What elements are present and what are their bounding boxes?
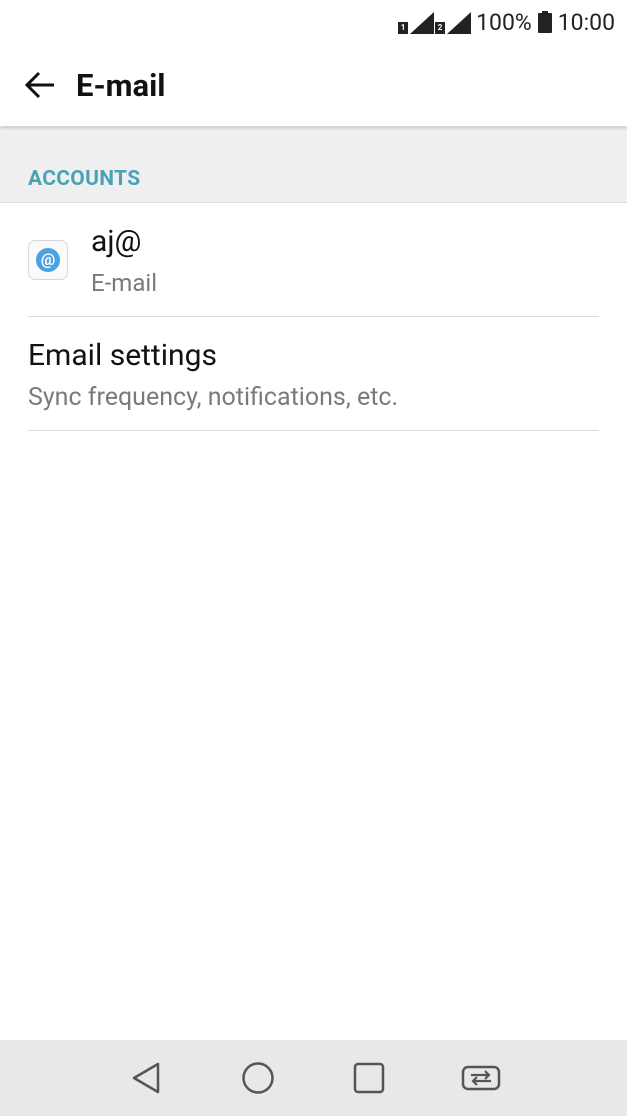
sim1-badge: 1	[398, 22, 409, 34]
sim1-signal-icon: 1	[398, 10, 435, 34]
settings-subtitle: Sync frequency, notifications, etc.	[28, 383, 399, 412]
clock: 10:00	[557, 8, 615, 36]
battery-icon	[537, 11, 552, 33]
status-bar: 1 2 100% 10:00	[0, 0, 627, 44]
account-type: E-mail	[91, 269, 158, 297]
arrow-left-icon	[24, 71, 54, 99]
account-name: aj@	[91, 224, 142, 259]
nav-dual-window-button[interactable]	[456, 1053, 506, 1103]
dual-window-icon	[461, 1065, 501, 1091]
divider	[28, 430, 599, 431]
battery-percent: 100%	[476, 8, 532, 36]
navigation-bar	[0, 1040, 627, 1116]
sim2-badge: 2	[435, 22, 446, 34]
screen: 1 2 100% 10:00 E-mail ACCOUNTS @ aj@ E-m…	[0, 0, 627, 1116]
nav-home-button[interactable]	[233, 1053, 283, 1103]
account-item[interactable]: @ aj@ E-mail	[0, 204, 627, 317]
page-title: E-mail	[76, 66, 166, 104]
email-settings-item[interactable]: Email settings Sync frequency, notificat…	[0, 318, 627, 431]
divider	[28, 316, 599, 317]
home-circle-icon	[241, 1062, 274, 1094]
at-sign-icon: @	[28, 240, 68, 280]
section-header-accounts: ACCOUNTS	[0, 127, 627, 203]
recents-square-icon	[354, 1062, 385, 1094]
app-bar: E-mail	[0, 44, 627, 126]
sim2-signal-icon: 2	[435, 10, 472, 34]
settings-title: Email settings	[28, 338, 217, 373]
back-triangle-icon	[132, 1062, 160, 1094]
section-title: ACCOUNTS	[28, 167, 141, 191]
nav-recents-button[interactable]	[344, 1053, 394, 1103]
back-button[interactable]	[20, 65, 60, 105]
nav-back-button[interactable]	[121, 1053, 171, 1103]
